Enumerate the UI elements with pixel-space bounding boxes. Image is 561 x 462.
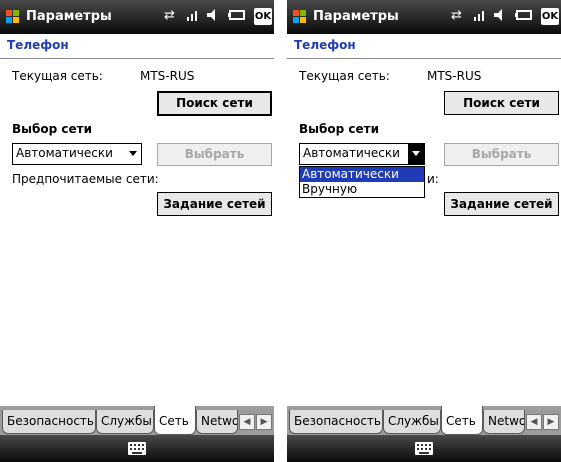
tab-security[interactable]: Безопасность [289,410,383,434]
screen-right: Параметры ⇄ OK Телефон Текущая сеть: MTS… [287,0,561,462]
tab-services[interactable]: Службы [383,410,441,434]
data-connection-icon: ⇄ [451,8,462,23]
window-title: Параметры [26,9,112,24]
page-title-text: Телефон [7,38,69,52]
select-button[interactable]: Выбрать [157,143,272,166]
network-selection-combo[interactable]: Автоматически [299,143,425,165]
keyboard-icon[interactable] [128,442,146,455]
chevron-down-icon[interactable] [408,144,424,164]
current-network-label: Текущая сеть: [299,69,390,83]
tab-network-en[interactable]: Network [483,410,525,434]
current-network-value: MTS-RUS [427,69,482,83]
tab-scroll-right-icon[interactable]: ▶ [256,414,272,430]
ok-button[interactable]: OK [541,8,559,25]
tab-network-en[interactable]: Network [196,410,238,434]
chevron-down-icon[interactable] [125,144,141,164]
page-title: Телефон [287,34,561,59]
tab-scroll-left-icon[interactable]: ◀ [526,414,542,430]
network-selection-dropdown-list: Автоматически Вручную [299,166,425,198]
tab-bar: Безопасность Службы Сеть Network ◀ ▶ [287,406,561,435]
page-title: Телефон [0,34,274,59]
window-title: Параметры [313,9,399,24]
soft-key-bar [287,435,561,462]
search-network-button[interactable]: Поиск сети [444,91,559,115]
set-networks-button[interactable]: Задание сетей [157,192,272,216]
tab-bar: Безопасность Службы Сеть Network ◀ ▶ [0,406,274,435]
preferred-networks-label-partial: и: [427,172,439,186]
soft-key-bar [0,435,274,462]
signal-strength-icon [473,8,487,27]
network-selection-combo[interactable]: Автоматически [12,143,142,165]
data-connection-icon: ⇄ [164,8,175,23]
windows-start-icon[interactable] [6,10,20,24]
current-network-label: Текущая сеть: [12,69,103,83]
volume-icon[interactable] [206,8,220,27]
keyboard-icon[interactable] [415,442,433,455]
set-networks-button[interactable]: Задание сетей [444,192,559,216]
tab-network-active[interactable]: Сеть [154,406,196,435]
select-button[interactable]: Выбрать [444,143,559,166]
network-selection-heading: Выбор сети [12,122,93,136]
volume-icon[interactable] [493,8,507,27]
screen-left: Параметры ⇄ OK Телефон Текущая сеть: MTS… [0,0,274,462]
ok-button[interactable]: OK [254,8,272,25]
windows-start-icon[interactable] [293,10,307,24]
battery-icon [515,8,533,27]
dropdown-option-manual[interactable]: Вручную [300,182,424,197]
tab-security[interactable]: Безопасность [2,410,96,434]
tab-scroll-right-icon[interactable]: ▶ [543,414,559,430]
tab-network-active[interactable]: Сеть [441,406,483,435]
current-network-value: MTS-RUS [140,69,195,83]
network-selection-value: Автоматически [303,146,400,160]
title-bar: Параметры ⇄ OK [0,0,274,34]
tab-scroll-left-icon[interactable]: ◀ [239,414,255,430]
dropdown-option-automatic[interactable]: Автоматически [300,167,424,182]
network-selection-heading: Выбор сети [299,122,380,136]
title-bar: Параметры ⇄ OK [287,0,561,34]
signal-strength-icon [186,8,200,27]
preferred-networks-label: Предпочитаемые сети: [12,172,159,186]
search-network-button[interactable]: Поиск сети [157,91,272,116]
network-selection-value: Автоматически [16,146,113,160]
tab-services[interactable]: Службы [96,410,154,434]
battery-icon [228,8,246,27]
page-title-text: Телефон [294,38,356,52]
